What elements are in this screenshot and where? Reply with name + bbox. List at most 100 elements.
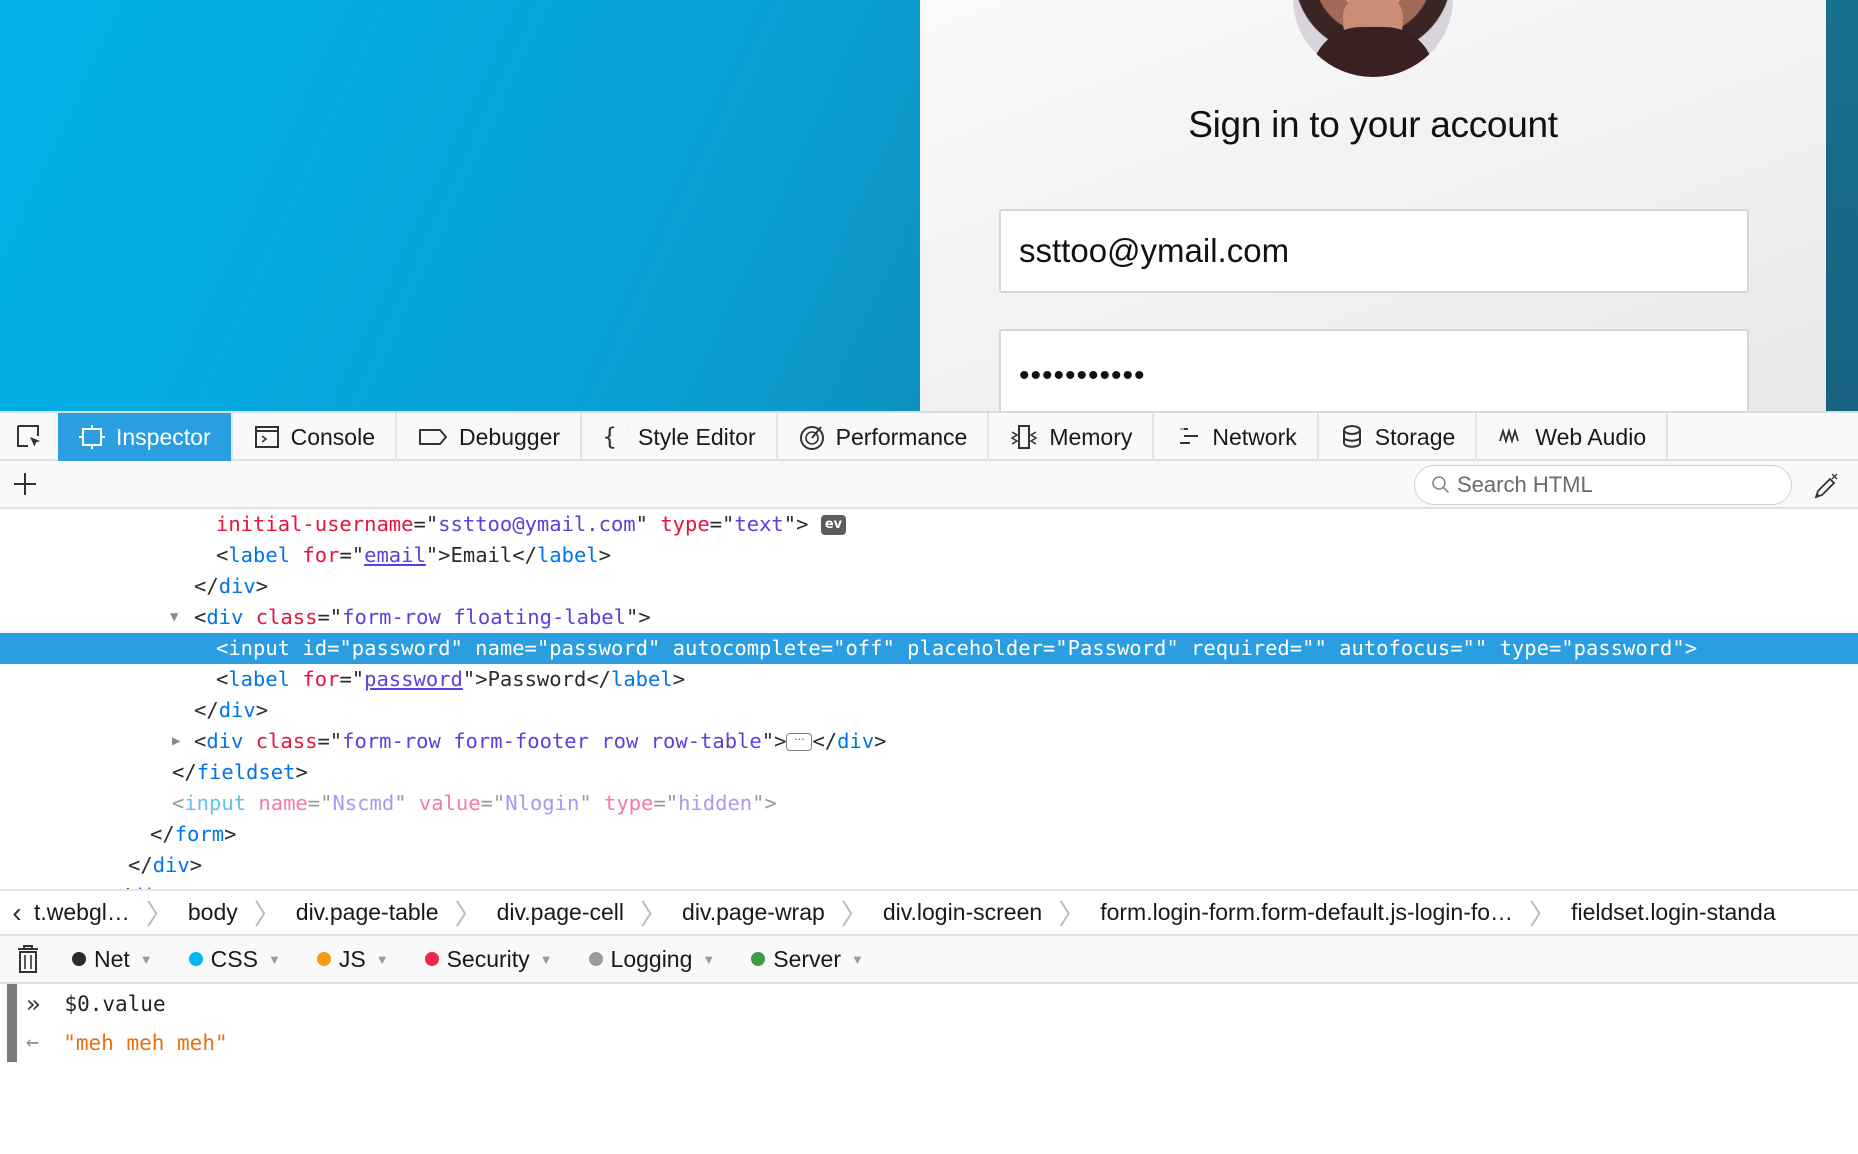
markup-row[interactable]: ▶ <div class="form-row form-footer row ro… (0, 726, 1858, 757)
filter-net[interactable]: Net ▼ (54, 938, 167, 980)
tab-label: Inspector (116, 423, 211, 450)
chevron-down-icon: ▼ (851, 951, 864, 967)
markup-row[interactable]: initial-username="ssttoo@ymail.com" type… (0, 509, 1858, 540)
clear-console-button[interactable] (6, 937, 50, 981)
js-dot-icon (316, 952, 331, 966)
signin-title: Sign in to your account (1188, 104, 1558, 145)
result-arrow-icon: ← (26, 1030, 40, 1055)
breadcrumb-item[interactable]: div.login-screen (883, 891, 1042, 934)
security-dot-icon (424, 952, 439, 966)
memory-icon (1010, 425, 1038, 449)
markup-row-hidden-element[interactable]: <input name="Nscmd" value="Nlogin" type=… (0, 788, 1858, 819)
tab-web-audio[interactable]: Web Audio (1477, 413, 1669, 461)
markup-row[interactable]: ▼ <div class="form-row floating-label"> (0, 602, 1858, 633)
breadcrumb-item[interactable]: div.page-wrap (682, 891, 825, 934)
breadcrumb-separator-icon: 〉 (253, 897, 282, 931)
breadcrumb-item[interactable]: body (188, 891, 238, 934)
markup-row[interactable]: </div> (0, 571, 1858, 602)
expand-twisty-icon[interactable]: ▶ (172, 726, 180, 757)
markup-row[interactable]: <label for="password">Password</label> (0, 664, 1858, 695)
tab-storage[interactable]: Storage (1319, 413, 1478, 461)
console-icon (254, 426, 279, 448)
console-input-text: $0.value (64, 992, 166, 1016)
tab-label: Network (1212, 423, 1297, 450)
style-editor-icon: { } (602, 423, 628, 451)
login-card: Sign in to your account ssttoo@ymail.com… (920, 0, 1826, 411)
markup-view: initial-username="ssttoo@ymail.com" type… (0, 509, 1858, 889)
tab-label: Debugger (459, 423, 561, 450)
input-prompt-icon: » (26, 990, 41, 1018)
storage-icon (1342, 425, 1361, 448)
filter-js[interactable]: JS ▼ (299, 938, 403, 980)
chevron-down-icon: ▼ (702, 951, 716, 967)
css-dot-icon (188, 952, 203, 966)
add-node-icon[interactable] (12, 471, 38, 497)
web-audio-icon (1499, 427, 1520, 445)
markup-row[interactable]: </div> (0, 695, 1858, 726)
tab-label: Performance (835, 423, 968, 450)
tab-console[interactable]: Console (233, 413, 397, 461)
tab-label: Style Editor (638, 423, 756, 450)
network-icon (1180, 428, 1199, 444)
breadcrumb-separator-icon: 〉 (145, 897, 174, 931)
breadcrumb-item[interactable]: t.webgl… (34, 891, 130, 934)
inspector-icon (79, 425, 105, 449)
markup-row[interactable]: </div> (0, 881, 1858, 889)
breadcrumb: ‹ t.webgl… 〉 body 〉 div.page-table 〉 div… (0, 889, 1858, 936)
console-group-bar (7, 984, 17, 1062)
console-input-row: » $0.value (26, 986, 166, 1022)
attr-link[interactable]: email (364, 543, 426, 567)
breadcrumb-scroll-left-icon[interactable]: ‹ (0, 897, 34, 929)
eyedropper-icon[interactable] (1812, 471, 1840, 501)
breadcrumb-separator-icon: 〉 (1058, 897, 1087, 931)
search-placeholder: Search HTML (1457, 472, 1593, 497)
element-picker-button[interactable] (0, 413, 58, 461)
markup-row-selected[interactable]: <input id="password" name="password" aut… (0, 633, 1858, 664)
devtools-panel: Inspector Console Debugger { } Style Edi… (0, 411, 1858, 1154)
breadcrumb-separator-icon: 〉 (454, 897, 483, 931)
tab-network[interactable]: Network (1154, 413, 1319, 461)
search-html-input[interactable]: Search HTML (1414, 465, 1792, 505)
tab-label: Web Audio (1535, 423, 1647, 450)
breadcrumb-item[interactable]: div.page-table (296, 891, 439, 934)
markup-row[interactable]: <label for="email">Email</label> (0, 540, 1858, 571)
markup-row[interactable]: </form> (0, 819, 1858, 850)
devtools-toolbar: Inspector Console Debugger { } Style Edi… (0, 411, 1858, 461)
console-result-row: ← "meh meh meh" (26, 1025, 228, 1061)
console-filter-bar: Net ▼ CSS ▼ JS ▼ Security ▼ Logging ▼ Server ▼ (0, 936, 1858, 984)
tab-label: Memory (1049, 423, 1133, 450)
console-result-value: "meh meh meh" (63, 1031, 228, 1055)
markup-row[interactable]: </fieldset> (0, 757, 1858, 788)
chevron-down-icon: ▼ (375, 951, 389, 967)
collapse-twisty-icon[interactable]: ▼ (170, 602, 178, 633)
tab-style-editor[interactable]: { } Style Editor (582, 413, 778, 461)
tab-memory[interactable]: Memory (989, 413, 1155, 461)
svg-text:{ }: { } (602, 423, 628, 451)
filter-security[interactable]: Security ▼ (407, 938, 567, 980)
element-picker-icon (17, 425, 40, 447)
password-input[interactable]: ••••••••••• (999, 329, 1749, 411)
filter-css[interactable]: CSS ▼ (171, 938, 295, 980)
debugger-icon (419, 429, 447, 445)
breadcrumb-item[interactable]: form.login-form.form-default.js-login-fo… (1100, 891, 1513, 934)
tab-performance[interactable]: Performance (778, 413, 990, 461)
avatar (1293, 0, 1453, 77)
chevron-down-icon: ▼ (539, 951, 553, 967)
email-input[interactable]: ssttoo@ymail.com (999, 209, 1749, 293)
breadcrumb-item[interactable]: fieldset.login-standa (1571, 891, 1776, 934)
performance-icon (799, 426, 824, 450)
collapsed-children-icon[interactable]: ··· (786, 733, 813, 751)
page-background-strip (1826, 0, 1858, 411)
tab-inspector[interactable]: Inspector (58, 413, 233, 461)
filter-server[interactable]: Server ▼ (733, 938, 878, 980)
event-badge[interactable]: ev (820, 515, 847, 535)
breadcrumb-separator-icon: 〉 (1529, 897, 1558, 931)
attr-link[interactable]: password (364, 667, 463, 691)
filter-logging[interactable]: Logging ▼ (571, 938, 730, 980)
tab-debugger[interactable]: Debugger (397, 413, 583, 461)
breadcrumb-separator-icon: 〉 (840, 897, 869, 931)
breadcrumb-item[interactable]: div.page-cell (497, 891, 624, 934)
markup-row[interactable]: </div> (0, 850, 1858, 881)
page-viewport: Sign in to your account ssttoo@ymail.com… (0, 0, 1858, 411)
trash-icon (18, 945, 38, 973)
